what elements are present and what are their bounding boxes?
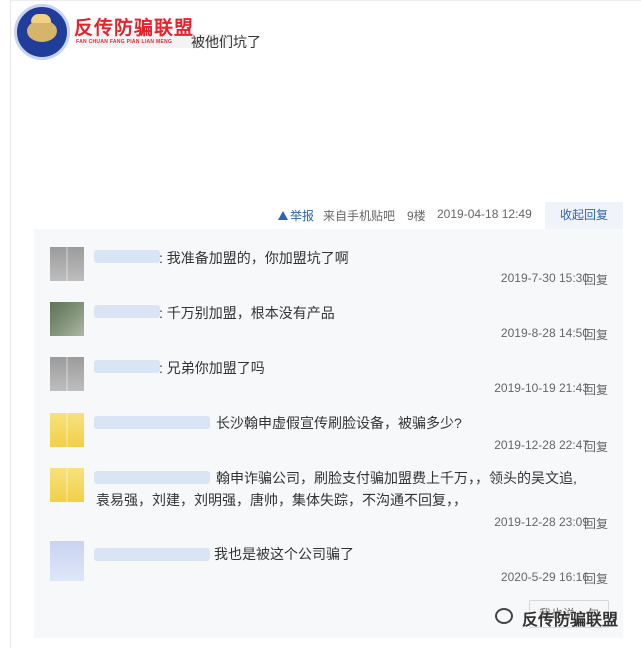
avatar[interactable] — [50, 413, 84, 447]
reply-text-line2: 袁易强，刘建，刘明强，唐帅，集体失踪，不沟通不回复，， — [96, 492, 467, 508]
avatar[interactable] — [50, 357, 84, 391]
reply-link[interactable]: 回复 — [584, 381, 608, 398]
reply-text: : 千万别加盟，根本没有产品 — [159, 305, 335, 321]
reply-link[interactable]: 回复 — [584, 271, 608, 288]
reply-item: 翰申诈骗公司，刷脸支付骗加盟费上千万，，领头的吴文追, 袁易强，刘建，刘明强，唐… — [34, 464, 623, 536]
report-link[interactable]: 举报 — [278, 207, 314, 223]
reply-item: : 千万别加盟，根本没有产品 2019-8-28 14:50 回复 — [34, 298, 623, 350]
reply-text: 长沙翰申虚假宣传刷脸设备，被骗多少? — [216, 415, 462, 431]
username-redacted[interactable] — [94, 471, 210, 484]
left-divider — [10, 0, 11, 648]
avatar[interactable] — [50, 302, 84, 336]
reply-text: : 兄弟你加盟了吗 — [159, 360, 265, 376]
avatar[interactable] — [50, 247, 84, 281]
reply-item: 长沙翰申虚假宣传刷脸设备，被骗多少? 2019-12-28 22:47 回复 — [34, 409, 623, 461]
wechat-icon — [495, 608, 513, 624]
reply-item: 我也是被这个公司骗了 2020-5-29 16:16 回复 — [34, 541, 623, 593]
top-divider — [10, 0, 641, 1]
warning-icon — [278, 211, 288, 220]
username-redacted[interactable] — [94, 416, 210, 429]
reply-item: : 兄弟你加盟了吗 2019-10-19 21:43 回复 — [34, 353, 623, 405]
reply-text: 我也是被这个公司骗了 — [214, 546, 354, 562]
username-redacted[interactable] — [94, 548, 210, 561]
reply-link[interactable]: 回复 — [584, 438, 608, 455]
logo-emblem-icon — [14, 4, 70, 60]
reply-link[interactable]: 回复 — [584, 570, 608, 587]
reply-item: : 我准备加盟的，你加盟坑了啊 2019-7-30 15:30 回复 — [34, 243, 623, 295]
logo-title: 反传防骗联盟 — [74, 18, 195, 39]
post-page: 被他们坑了 反传防骗联盟 FAN CHUAN FANG PIAN LIAN ME… — [0, 0, 641, 648]
reply-time: 2019-12-28 23:09 — [494, 515, 589, 529]
watermark-text: 反传防骗联盟 — [522, 612, 619, 629]
reply-list: : 我准备加盟的，你加盟坑了啊 2019-7-30 15:30 回复 : 千万别… — [34, 229, 623, 638]
reply-time: 2019-7-30 15:30 — [500, 271, 589, 285]
reply-text: : 我准备加盟的，你加盟坑了啊 — [159, 250, 349, 266]
reply-time: 2019-12-28 22:47 — [494, 438, 589, 452]
reply-time: 2019-10-19 21:43 — [494, 381, 589, 395]
reply-time: 2020-5-29 16:16 — [500, 570, 589, 584]
report-label: 举报 — [290, 209, 315, 223]
avatar[interactable] — [50, 468, 84, 502]
avatar[interactable] — [50, 541, 84, 581]
collapse-replies-button[interactable]: 收起回复 — [545, 202, 623, 229]
reply-link[interactable]: 回复 — [584, 515, 608, 532]
post-source[interactable]: 来自手机贴吧 — [323, 207, 395, 223]
logo: 反传防骗联盟 FAN CHUAN FANG PIAN LIAN MENG — [12, 4, 202, 66]
reply-text: 翰申诈骗公司，刷脸支付骗加盟费上千万，，领头的吴文追, — [216, 470, 577, 486]
username-redacted[interactable] — [94, 360, 160, 373]
username-redacted[interactable] — [94, 250, 160, 263]
post-floor: 9楼 — [407, 209, 426, 223]
logo-subtitle: FAN CHUAN FANG PIAN LIAN MENG — [76, 39, 173, 45]
reply-time: 2019-8-28 14:50 — [500, 326, 589, 340]
reply-link[interactable]: 回复 — [584, 326, 608, 343]
username-redacted[interactable] — [94, 305, 160, 318]
post-date: 2019-04-18 12:49 — [437, 207, 532, 221]
